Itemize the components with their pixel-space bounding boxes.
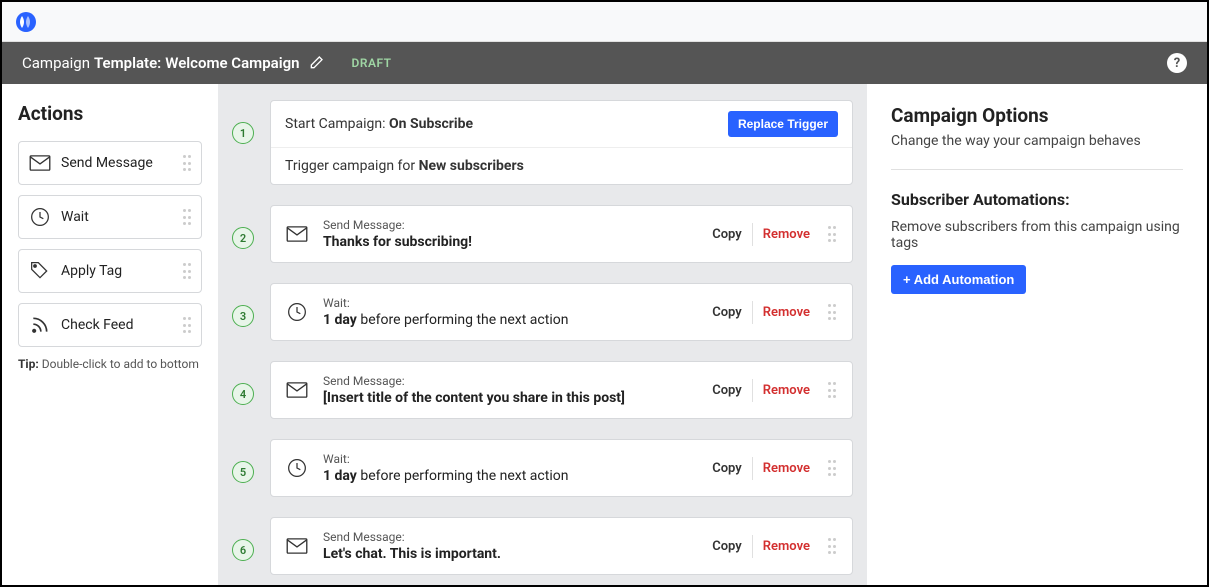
- step-row: 1 Start Campaign: On Subscribe Replace T…: [232, 100, 853, 185]
- action-label: Send Message: [61, 155, 153, 171]
- action-wait[interactable]: Wait: [18, 195, 202, 239]
- help-icon[interactable]: ?: [1167, 53, 1187, 73]
- copy-button[interactable]: Copy: [702, 457, 753, 480]
- trigger-for-text: Trigger campaign for New subscribers: [271, 148, 852, 184]
- card-label: Send Message:: [323, 374, 702, 388]
- remove-button[interactable]: Remove: [753, 379, 820, 402]
- trigger-card[interactable]: Start Campaign: On Subscribe Replace Tri…: [270, 100, 853, 185]
- message-card[interactable]: Send Message: Thanks for subscribing! Co…: [270, 205, 853, 263]
- action-label: Wait: [61, 209, 89, 225]
- step-row: 6 Send Message: Let's chat. This is impo…: [232, 517, 853, 575]
- remove-button[interactable]: Remove: [753, 535, 820, 558]
- action-label: Apply Tag: [61, 263, 122, 279]
- mail-icon: [285, 534, 309, 558]
- action-apply-tag[interactable]: Apply Tag: [18, 249, 202, 293]
- step-row: 2 Send Message: Thanks for subscribing! …: [232, 205, 853, 263]
- options-subtitle: Change the way your campaign behaves: [891, 133, 1183, 149]
- status-badge: DRAFT: [352, 56, 392, 70]
- drag-handle-icon[interactable]: [828, 304, 838, 320]
- remove-button[interactable]: Remove: [753, 301, 820, 324]
- tag-icon: [29, 260, 51, 282]
- step-number: 2: [232, 227, 254, 249]
- card-label: Wait:: [323, 296, 702, 310]
- brand-logo[interactable]: [14, 10, 38, 34]
- replace-trigger-button[interactable]: Replace Trigger: [728, 111, 838, 137]
- campaign-label: Campaign: [22, 54, 90, 72]
- copy-button[interactable]: Copy: [702, 301, 753, 324]
- wait-card[interactable]: Wait: 1 day before performing the next a…: [270, 283, 853, 341]
- drag-handle-icon[interactable]: [183, 317, 193, 333]
- mail-icon: [285, 378, 309, 402]
- workflow-canvas: 1 Start Campaign: On Subscribe Replace T…: [218, 84, 867, 585]
- step-number: 3: [232, 305, 254, 327]
- step-number: 6: [232, 539, 254, 561]
- drag-handle-icon[interactable]: [828, 226, 838, 242]
- trigger-start-text: Start Campaign: On Subscribe: [285, 116, 473, 132]
- mail-icon: [285, 222, 309, 246]
- copy-button[interactable]: Copy: [702, 379, 753, 402]
- actions-title: Actions: [18, 102, 202, 125]
- drag-handle-icon[interactable]: [828, 460, 838, 476]
- remove-button[interactable]: Remove: [753, 223, 820, 246]
- step-row: 3 Wait: 1 day before performing the next…: [232, 283, 853, 341]
- step-row: 4 Send Message: [Insert title of the con…: [232, 361, 853, 419]
- actions-sidebar: Actions Send Message Wait Apply Tag: [2, 84, 218, 585]
- card-title: Thanks for subscribing!: [323, 234, 702, 250]
- step-number: 5: [232, 461, 254, 483]
- rss-icon: [29, 314, 51, 336]
- drag-handle-icon[interactable]: [828, 382, 838, 398]
- drag-handle-icon[interactable]: [183, 263, 193, 279]
- step-number: 4: [232, 383, 254, 405]
- campaign-bar: Campaign Template: Welcome Campaign DRAF…: [2, 42, 1207, 84]
- card-label: Send Message:: [323, 530, 702, 544]
- edit-icon[interactable]: [308, 55, 324, 71]
- template-name: Welcome Campaign: [165, 54, 299, 72]
- clock-icon: [29, 206, 51, 228]
- remove-button[interactable]: Remove: [753, 457, 820, 480]
- action-send-message[interactable]: Send Message: [18, 141, 202, 185]
- drag-handle-icon[interactable]: [183, 209, 193, 225]
- content-area: Actions Send Message Wait Apply Tag: [2, 84, 1207, 585]
- step-number: 1: [232, 122, 254, 144]
- options-title: Campaign Options: [891, 104, 1183, 127]
- wait-card[interactable]: Wait: 1 day before performing the next a…: [270, 439, 853, 497]
- message-card[interactable]: Send Message: [Insert title of the conte…: [270, 361, 853, 419]
- copy-button[interactable]: Copy: [702, 223, 753, 246]
- card-title: Let's chat. This is important.: [323, 546, 702, 562]
- drag-handle-icon[interactable]: [183, 155, 193, 171]
- card-title: [Insert title of the content you share i…: [323, 390, 702, 406]
- action-check-feed[interactable]: Check Feed: [18, 303, 202, 347]
- mail-icon: [29, 152, 51, 174]
- card-label: Wait:: [323, 452, 702, 466]
- step-row: 5 Wait: 1 day before performing the next…: [232, 439, 853, 497]
- copy-button[interactable]: Copy: [702, 535, 753, 558]
- clock-icon: [285, 456, 309, 480]
- automations-title: Subscriber Automations:: [891, 190, 1183, 209]
- message-card[interactable]: Send Message: Let's chat. This is import…: [270, 517, 853, 575]
- action-label: Check Feed: [61, 317, 133, 333]
- drag-handle-icon[interactable]: [828, 538, 838, 554]
- card-title: 1 day before performing the next action: [323, 468, 702, 484]
- card-label: Send Message:: [323, 218, 702, 232]
- top-header: [2, 2, 1207, 42]
- divider: [891, 169, 1183, 170]
- template-prefix: Template:: [94, 54, 161, 72]
- clock-icon: [285, 300, 309, 324]
- automations-desc: Remove subscribers from this campaign us…: [891, 219, 1183, 251]
- tip-text: Tip: Double-click to add to bottom: [18, 357, 202, 371]
- options-sidebar: Campaign Options Change the way your cam…: [867, 84, 1207, 585]
- add-automation-button[interactable]: + Add Automation: [891, 265, 1026, 294]
- card-title: 1 day before performing the next action: [323, 312, 702, 328]
